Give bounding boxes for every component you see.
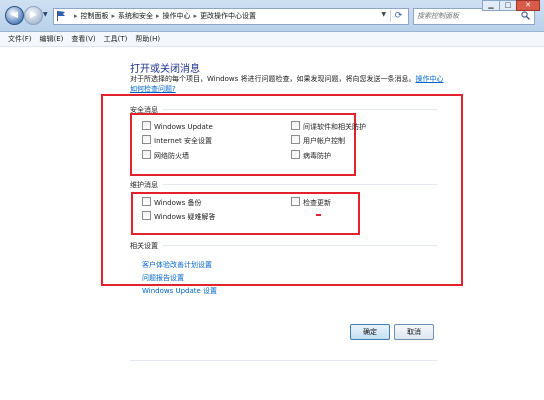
link-ceip-settings[interactable]: 客户体验改善计划设置	[142, 260, 212, 270]
breadcrumb-item[interactable]: 控制面板	[81, 12, 109, 20]
maintenance-divider	[163, 184, 437, 185]
link-windows-update-settings[interactable]: Windows Update 设置	[142, 286, 217, 296]
checkbox-windows-backup[interactable]: Windows 备份	[142, 197, 201, 208]
window-controls: ▁ □ ✕	[482, 0, 540, 11]
checkbox-internet-security[interactable]: Internet 安全设置	[142, 135, 212, 146]
menu-help[interactable]: 帮助(H)	[131, 32, 164, 46]
checkbox-check-updates[interactable]: 检查更新	[291, 197, 331, 208]
cancel-button[interactable]: 取消	[394, 324, 434, 340]
page-title: 打开或关闭消息	[130, 64, 200, 75]
flag-icon	[57, 11, 65, 21]
checkbox-box[interactable]	[291, 150, 300, 159]
checkbox-box[interactable]	[142, 121, 151, 130]
checkbox-label: Windows 备份	[154, 199, 202, 207]
checkbox-network-firewall[interactable]: 网络防火墙	[142, 150, 189, 161]
checkbox-box[interactable]	[142, 211, 151, 220]
menu-edit[interactable]: 编辑(E)	[36, 32, 68, 46]
address-bar[interactable]: ▸ 控制面板 ▸ 系统和安全 ▸ 操作中心 ▸ 更改操作中心设置 ▼ ⟳	[53, 8, 409, 25]
checkbox-box[interactable]	[291, 197, 300, 206]
checkbox-label: 间谍软件和相关防护	[303, 123, 366, 131]
checkbox-label: Windows Update	[154, 123, 213, 131]
checkbox-label: 检查更新	[303, 199, 331, 207]
related-section-label: 相关设置	[130, 242, 158, 250]
menu-file[interactable]: 文件(F)	[4, 32, 36, 46]
search-icon[interactable]	[521, 11, 530, 20]
menu-tools[interactable]: 工具(T)	[100, 32, 132, 46]
back-icon[interactable]: ◀	[5, 6, 24, 25]
title-bar: ◀ ▶ ▼ ▸控制面板▸系统和安全▸操作中心▸更改操作中心设置 ▼ ⟳ ▁ □ …	[0, 0, 544, 32]
main-content: 打开或关闭消息 对于所选择的每个项目，Windows 将进行问题检查，如果发现问…	[0, 47, 544, 400]
close-icon[interactable]: ✕	[516, 0, 540, 11]
menu-view[interactable]: 查看(V)	[67, 32, 99, 46]
checkbox-label: 病毒防护	[303, 152, 331, 160]
minimize-icon[interactable]: ▁	[482, 0, 500, 11]
breadcrumb-separator[interactable]: ▸	[112, 12, 116, 20]
checkbox-spyware[interactable]: 间谍软件和相关防护	[291, 121, 366, 132]
link-problem-reporting[interactable]: 问题报告设置	[142, 273, 184, 283]
checkbox-label: Windows 疑难解答	[154, 213, 216, 221]
checkbox-label: Internet 安全设置	[154, 137, 213, 145]
checkbox-box[interactable]	[142, 197, 151, 206]
checkbox-box[interactable]	[291, 121, 300, 130]
breadcrumb-separator[interactable]: ▸	[194, 12, 198, 20]
history-dropdown-icon[interactable]: ▼	[43, 11, 48, 18]
related-divider	[163, 245, 437, 246]
checkbox-virus-protection[interactable]: 病毒防护	[291, 150, 331, 161]
refresh-icon[interactable]: ⟳	[390, 10, 406, 22]
checkbox-windows-update[interactable]: Windows Update	[142, 121, 213, 131]
maintenance-section-label: 维护消息	[130, 181, 158, 189]
forward-icon[interactable]: ▶	[24, 6, 43, 25]
checkbox-box[interactable]	[142, 150, 151, 159]
breadcrumb-item[interactable]: 操作中心	[163, 12, 191, 20]
security-divider	[163, 109, 437, 110]
footer-divider	[130, 360, 437, 361]
ok-button[interactable]: 确定	[350, 324, 390, 340]
breadcrumb-separator[interactable]: ▸	[74, 12, 78, 20]
menu-bar: 文件(F) 编辑(E) 查看(V) 工具(T) 帮助(H)	[0, 32, 544, 47]
checkbox-box[interactable]	[142, 135, 151, 144]
checkbox-troubleshooting[interactable]: Windows 疑难解答	[142, 211, 215, 222]
breadcrumb-separator[interactable]: ▸	[156, 12, 160, 20]
breadcrumb-item[interactable]: 更改操作中心设置	[200, 12, 256, 20]
checkbox-label: 用户帐户控制	[303, 137, 345, 145]
red-marker	[316, 214, 321, 216]
breadcrumb: ▸ 控制面板 ▸ 系统和安全 ▸ 操作中心 ▸ 更改操作中心设置	[71, 11, 256, 21]
description-text: 对于所选择的每个项目，Windows 将进行问题检查，如果发现问题，将向您发送一…	[130, 75, 416, 83]
checkbox-uac[interactable]: 用户帐户控制	[291, 135, 345, 146]
page-description: 对于所选择的每个项目，Windows 将进行问题检查，如果发现问题，将向您发送一…	[130, 74, 450, 94]
address-dropdown-icon[interactable]: ▼	[381, 11, 386, 18]
checkbox-label: 网络防火墙	[154, 152, 189, 160]
checkbox-box[interactable]	[291, 135, 300, 144]
breadcrumb-item[interactable]: 系统和安全	[118, 12, 153, 20]
maximize-icon[interactable]: □	[499, 0, 517, 11]
